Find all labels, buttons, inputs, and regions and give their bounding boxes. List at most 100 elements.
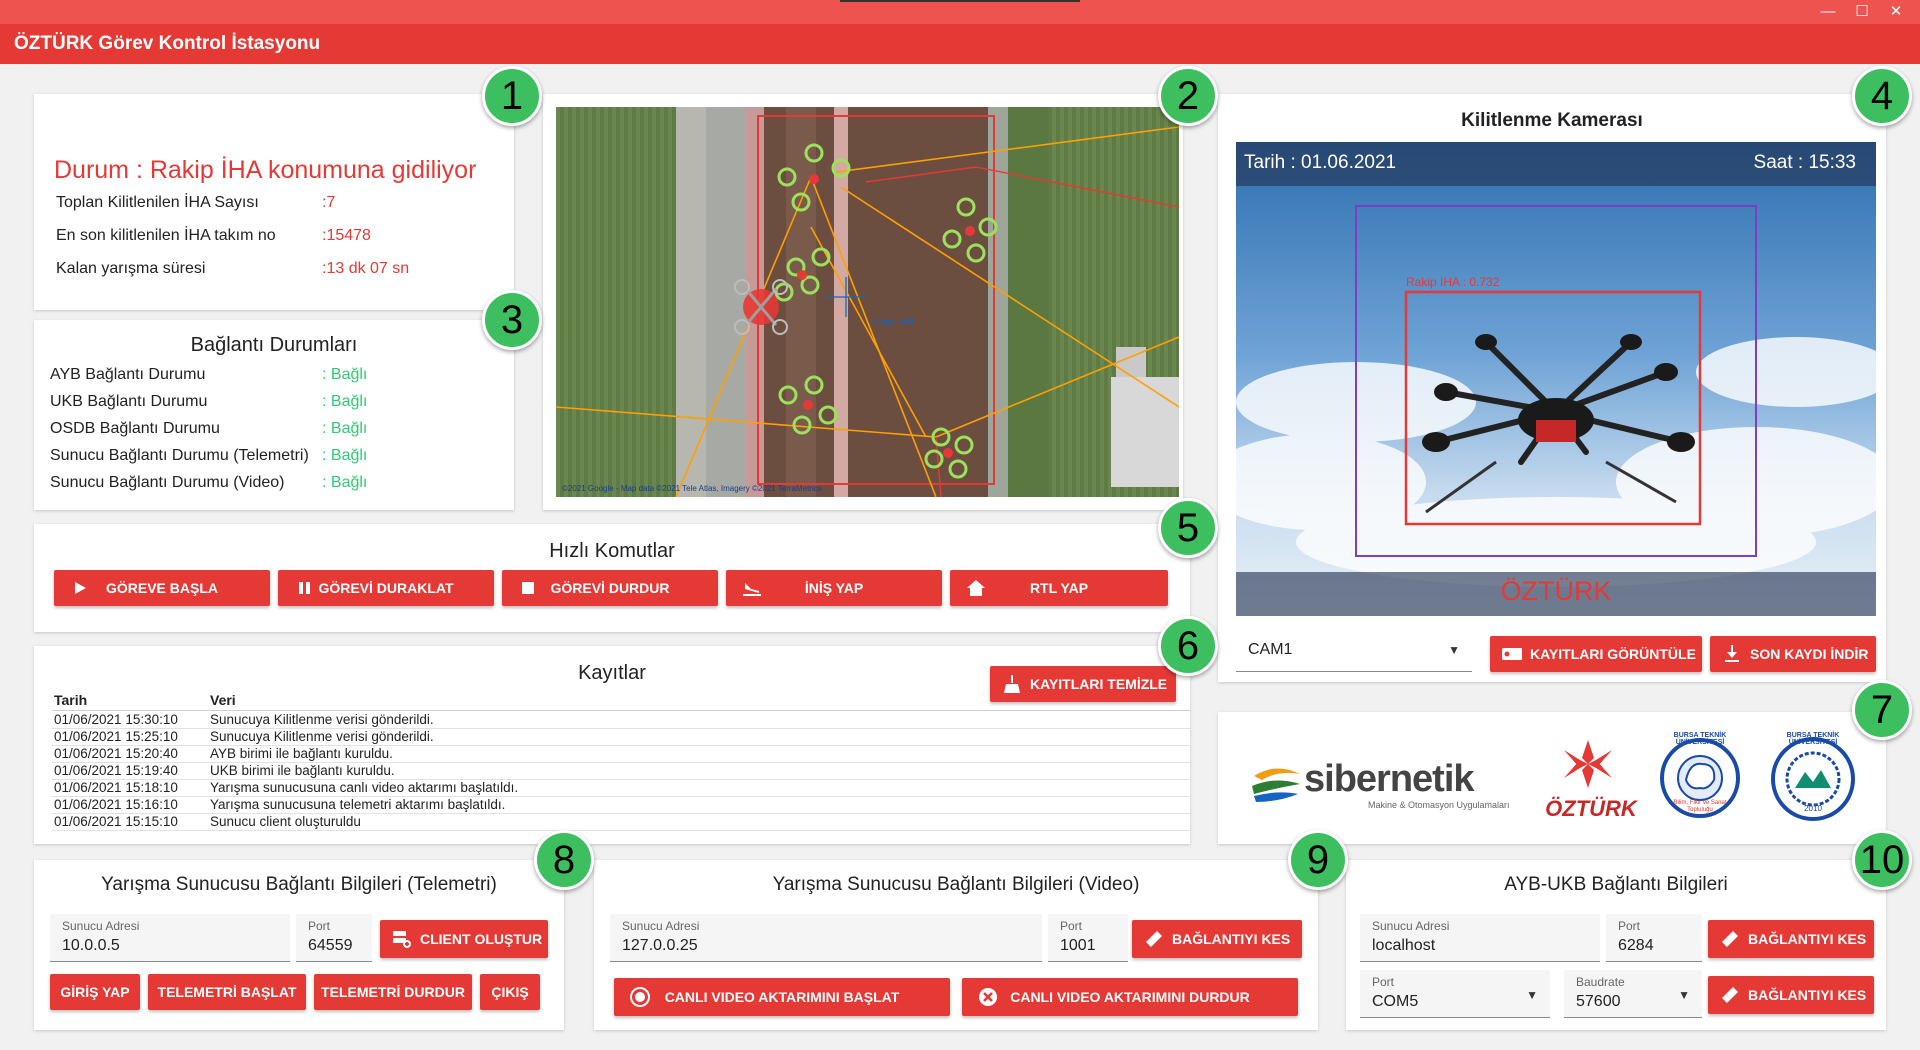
ozturk-mark-icon [1564, 740, 1612, 788]
video-disconnect-button[interactable]: BAĞLANTIYI KES [1132, 920, 1302, 958]
ayb-disconnect-button[interactable]: BAĞLANTIYI KES [1708, 920, 1874, 958]
locked-count-value: :7 [322, 194, 336, 211]
log-row: 01/06/2021 15:20:40 AYB birimi ile bağlan… [52, 746, 1190, 763]
title-accent-line [840, 0, 1080, 2]
log-row: 01/06/2021 15:16:10 Yarışma sunucusuna te… [52, 797, 1190, 814]
close-button[interactable]: ✕ [1880, 0, 1912, 24]
ayb-status-label: AYB Bağlantı Durumu [50, 366, 206, 383]
sibernetik-logo: sibernetik Makine & Otomasyon Uygulamala… [1248, 754, 1528, 814]
stop-video-stream-button[interactable]: CANLI VIDEO AKTARIMINI DURDUR [962, 978, 1298, 1016]
minimize-button[interactable]: — [1812, 0, 1844, 24]
log-row: 01/06/2021 15:18:10 Yarışma sunucusuna ca… [52, 780, 1190, 797]
maximize-button[interactable]: ☐ [1846, 0, 1878, 24]
landing-icon [742, 578, 762, 598]
ukb-status-label: UKB Bağlantı Durumu [50, 393, 208, 410]
camera-date: Tarih : 01.06.2021 [1244, 152, 1397, 173]
last-team-label: En son kilitlenilen İHA takım no [56, 227, 276, 244]
plug-off-icon [1720, 985, 1740, 1005]
connection-status-card: Bağlantı Durumları AYB Bağlantı Durumu :… [34, 320, 514, 510]
logs-data-header: Veri [210, 692, 236, 708]
plug-off-icon [1144, 929, 1164, 949]
telemetry-address-field[interactable]: Sunucu Adresi 10.0.0.5 [50, 914, 290, 962]
server-add-icon [392, 929, 412, 949]
baudrate-select[interactable]: Baudrate 57600 ▼ [1564, 970, 1702, 1018]
sibernetik-mark-icon [1252, 768, 1300, 802]
ayb-address-field[interactable]: Sunucu Adresi localhost [1360, 914, 1600, 962]
create-client-button[interactable]: CLIENT OLUŞTUR [380, 920, 548, 958]
exit-button[interactable]: ÇIKIŞ [480, 974, 540, 1010]
status-card: Durum : Rakip İHA konumuna gidiliyor Top… [34, 94, 514, 310]
camera-time: Saat : 15:33 [1753, 152, 1856, 173]
telemetry-port-field[interactable]: Port 64559 [296, 914, 372, 962]
badge-ayb-ukb: 10 [1852, 830, 1912, 890]
pause-mission-button[interactable]: GÖREVİ DURAKLAT [278, 570, 494, 606]
logs-card: Kayıtlar KAYITLARI TEMİZLE Tarih Veri 01… [34, 646, 1190, 844]
last-team-value: :15478 [322, 227, 371, 244]
video-port-field[interactable]: Port 1001 [1048, 914, 1128, 962]
chevron-down-icon: ▼ [1448, 643, 1460, 657]
play-icon [70, 578, 90, 598]
start-mission-button[interactable]: GÖREVE BAŞLA [54, 570, 270, 606]
serial-disconnect-button[interactable]: BAĞLANTIYI KES [1708, 976, 1874, 1014]
download-last-record-button[interactable]: SON KAYDI İNDİR [1710, 636, 1876, 672]
log-row: 01/06/2021 15:15:10 Sunucu client oluştur… [52, 814, 1190, 831]
com-port-select[interactable]: Port COM5 ▼ [1360, 970, 1550, 1018]
badge-quick-commands: 5 [1158, 498, 1218, 558]
locked-count-label: Toplan Kilitlenilen İHA Sayısı [56, 194, 259, 211]
map-card: debug build ©2021 Google - Map data ©202… [543, 94, 1183, 510]
camera-scene: Rakip İHA : 0.732 [1236, 205, 1876, 587]
log-row: 01/06/2021 15:19:40 UKB birimi ile bağlan… [52, 763, 1190, 780]
badge-video: 9 [1288, 830, 1348, 890]
status-title: Durum : Rakip İHA konumuna gidiliyor [54, 156, 477, 184]
stop-mission-button[interactable]: GÖREVİ DURDUR [502, 570, 718, 606]
view-records-button[interactable]: KAYITLARI GÖRÜNTÜLE [1490, 636, 1702, 672]
telemetry-status-label: Sunucu Bağlantı Durumu (Telemetri) [50, 447, 309, 464]
video-card: Yarışma Sunucusu Bağlantı Bilgileri (Vid… [594, 860, 1318, 1030]
camera-watermark: ÖZTÜRK [1500, 576, 1612, 606]
video-status-value: : Bağlı [322, 474, 368, 491]
badge-logs: 6 [1158, 616, 1218, 676]
rtl-button[interactable]: RTL YAP [950, 570, 1168, 606]
map-attribution: ©2021 Google - Map data ©2021 Tele Atlas… [562, 484, 822, 493]
camera-select[interactable]: CAM1 ▼ [1236, 628, 1472, 672]
quick-commands-title: Hızlı Komutlar [549, 540, 675, 562]
log-row: 01/06/2021 15:30:10 Sunucuya Kilitlenme v… [52, 712, 1190, 729]
stop-telemetry-button[interactable]: TELEMETRİ DURDUR [314, 974, 472, 1010]
osdb-status-label: OSDB Bağlantı Durumu [50, 420, 220, 437]
stop-icon [518, 578, 538, 598]
app-title: ÖZTÜRK Görev Kontrol İstasyonu [0, 24, 1920, 64]
logs-date-header: Tarih [54, 692, 88, 708]
badge-camera: 4 [1852, 66, 1912, 126]
land-button[interactable]: İNİŞ YAP [726, 570, 942, 606]
badge-connections: 3 [482, 290, 542, 350]
badge-status: 1 [482, 66, 542, 126]
badge-telemetry: 8 [534, 830, 594, 890]
badge-map: 2 [1158, 66, 1218, 126]
detection-label: Rakip İHA : 0.732 [1406, 275, 1500, 289]
camera-feed[interactable]: Rakip İHA : 0.732 Tarih : 01.06.2021 Saa… [1236, 142, 1876, 616]
plug-off-icon [1720, 929, 1740, 949]
pause-icon [294, 578, 314, 598]
video-title: Yarışma Sunucusu Bağlantı Bilgileri (Vid… [772, 874, 1140, 895]
record-circle-icon [630, 987, 650, 1007]
login-button[interactable]: GİRİŞ YAP [50, 974, 140, 1010]
camera-title: Kilitlenme Kamerası [1461, 110, 1643, 131]
video-status-label: Sunucu Bağlantı Durumu (Video) [50, 474, 285, 491]
start-telemetry-button[interactable]: TELEMETRİ BAŞLAT [148, 974, 306, 1010]
ozturk-logo: ÖZTÜRK [1536, 736, 1646, 832]
broom-icon [1002, 674, 1022, 694]
map-debug-label: debug build [872, 317, 913, 326]
clear-logs-button[interactable]: KAYITLARI TEMİZLE [990, 666, 1176, 702]
satellite-map[interactable]: debug build ©2021 Google - Map data ©202… [556, 107, 1179, 497]
remaining-time-value: :13 dk 07 sn [322, 260, 410, 277]
close-circle-icon [978, 987, 998, 1007]
video-address-field[interactable]: Sunucu Adresi 127.0.0.25 [610, 914, 1042, 962]
download-icon [1722, 644, 1742, 664]
btu-logo: BURSA TEKNİK ÜNİVERSİTESİ 2010 [1768, 730, 1858, 830]
ayb-port-field[interactable]: Port 6284 [1606, 914, 1702, 962]
logos-card: sibernetik Makine & Otomasyon Uygulamala… [1218, 712, 1886, 844]
start-video-stream-button[interactable]: CANLI VIDEO AKTARIMINI BAŞLAT [614, 978, 950, 1016]
ayb-ukb-title: AYB-UKB Bağlantı Bilgileri [1504, 874, 1728, 895]
ayb-status-value: : Bağlı [322, 366, 368, 383]
camera-card: Kilitlenme Kamerası Rakip İHA : 0.732 Ta… [1218, 94, 1886, 682]
